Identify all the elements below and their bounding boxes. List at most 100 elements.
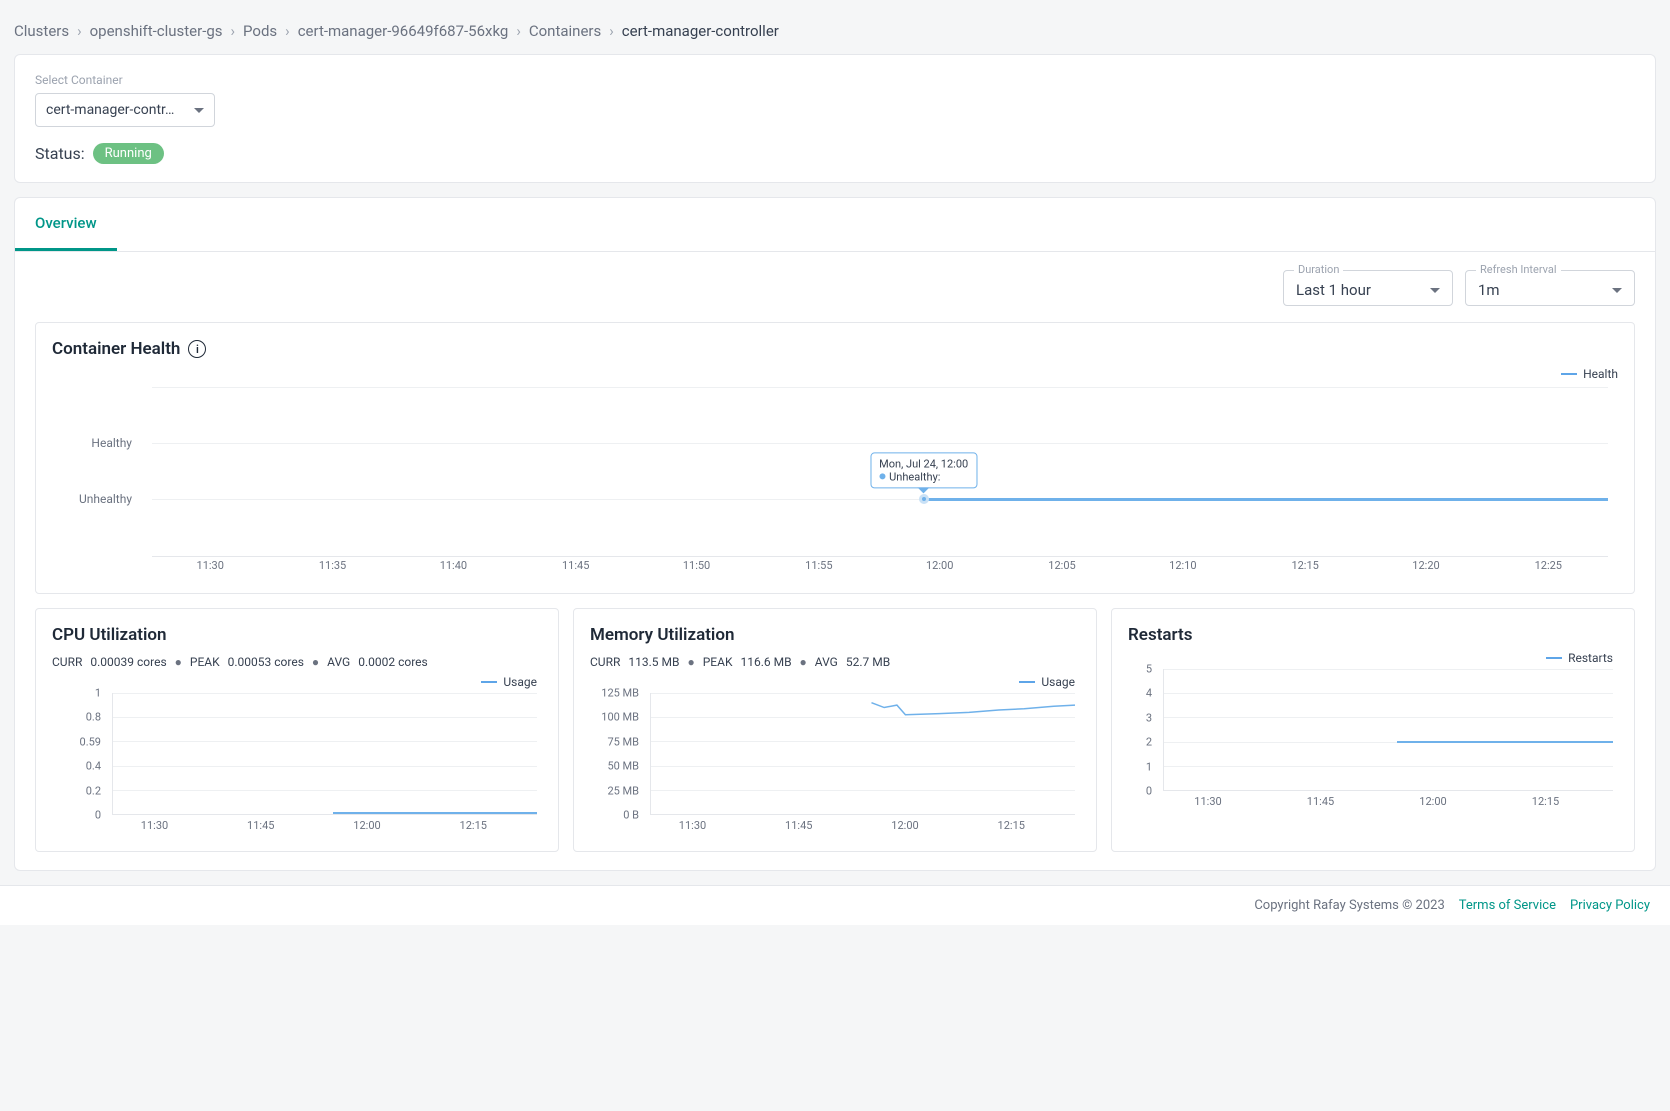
footer: Copyright Rafay Systems © 2023 Terms of … bbox=[0, 885, 1670, 925]
ytick: 100 MB bbox=[601, 711, 639, 724]
xtick: 11:50 bbox=[683, 559, 710, 572]
xtick: 11:30 bbox=[1194, 795, 1221, 808]
refresh-value: 1m bbox=[1478, 281, 1500, 299]
health-plot[interactable]: Mon, Jul 24, 12:00 Unhealthy: bbox=[152, 387, 1608, 557]
grid-line bbox=[113, 766, 537, 767]
memory-xaxis: 11:30 11:45 12:00 12:15 bbox=[650, 819, 1075, 835]
xtick: 12:00 bbox=[891, 819, 918, 832]
cpu-plot[interactable] bbox=[112, 693, 537, 815]
cpu-title: CPU Utilization bbox=[52, 625, 167, 645]
mem-peak: 116.6 MB bbox=[740, 655, 791, 669]
status-label: Status: bbox=[35, 144, 85, 163]
restarts-plot[interactable] bbox=[1163, 669, 1613, 791]
cpu-avg-label: AVG bbox=[327, 655, 350, 669]
memory-title: Memory Utilization bbox=[590, 625, 734, 645]
xtick: 11:30 bbox=[141, 819, 168, 832]
breadcrumb-sep: › bbox=[285, 22, 290, 40]
memory-chart: Usage 125 MB 100 MB 75 MB 50 MB 25 MB 0 … bbox=[590, 675, 1080, 835]
grid-line bbox=[113, 790, 537, 791]
mem-curr-label: CURR bbox=[590, 655, 620, 669]
restarts-legend-label: Restarts bbox=[1568, 651, 1613, 665]
memory-legend: Usage bbox=[1019, 675, 1075, 689]
xtick: 12:15 bbox=[1532, 795, 1559, 808]
cpu-stats: CURR 0.00039 cores ● PEAK 0.00053 cores … bbox=[52, 655, 542, 669]
footer-copyright: Copyright Rafay Systems © 2023 bbox=[1254, 898, 1444, 913]
cpu-xaxis: 11:30 11:45 12:00 12:15 bbox=[112, 819, 537, 835]
health-data-point[interactable] bbox=[919, 494, 929, 504]
xtick: 12:15 bbox=[1291, 559, 1318, 572]
restarts-title: Restarts bbox=[1128, 625, 1193, 645]
ytick: 75 MB bbox=[607, 735, 639, 748]
ytick: 0 B bbox=[623, 809, 639, 822]
ytick: 25 MB bbox=[607, 784, 639, 797]
breadcrumb-current: cert-manager-controller bbox=[622, 22, 779, 40]
duration-value: Last 1 hour bbox=[1296, 281, 1371, 299]
restarts-xaxis: 11:30 11:45 12:00 12:15 bbox=[1163, 795, 1613, 811]
mem-peak-label: PEAK bbox=[703, 655, 733, 669]
grid-line bbox=[1164, 693, 1613, 694]
cpu-peak: 0.00053 cores bbox=[228, 655, 304, 669]
cpu-curr: 0.00039 cores bbox=[90, 655, 166, 669]
restarts-panel: Restarts Restarts 5 4 3 2 1 0 bbox=[1111, 608, 1635, 852]
cpu-curr-label: CURR bbox=[52, 655, 82, 669]
health-y-healthy: Healthy bbox=[91, 436, 132, 450]
ytick: 50 MB bbox=[607, 760, 639, 773]
health-xaxis: 11:30 11:35 11:40 11:45 11:50 11:55 12:0… bbox=[152, 559, 1608, 577]
breadcrumb-pods[interactable]: Pods bbox=[243, 22, 277, 40]
health-tooltip: Mon, Jul 24, 12:00 Unhealthy: bbox=[870, 452, 977, 488]
footer-privacy-link[interactable]: Privacy Policy bbox=[1570, 898, 1650, 913]
ytick: 0.8 bbox=[86, 711, 101, 724]
footer-tos-link[interactable]: Terms of Service bbox=[1459, 898, 1556, 913]
legend-swatch bbox=[1019, 681, 1035, 683]
breadcrumb-containers[interactable]: Containers bbox=[529, 22, 601, 40]
select-container-dropdown[interactable]: cert-manager-contr… bbox=[35, 93, 215, 127]
xtick: 11:30 bbox=[197, 559, 224, 572]
xtick: 11:40 bbox=[440, 559, 467, 572]
ytick: 0 bbox=[95, 809, 101, 822]
ytick: 0.2 bbox=[86, 784, 101, 797]
cpu-legend: Usage bbox=[481, 675, 537, 689]
breadcrumb-clusters[interactable]: Clusters bbox=[14, 22, 69, 40]
ytick: 4 bbox=[1146, 687, 1152, 700]
xtick: 11:35 bbox=[319, 559, 346, 572]
health-y-unhealthy: Unhealthy bbox=[79, 492, 132, 506]
xtick: 11:45 bbox=[1307, 795, 1334, 808]
xtick: 12:00 bbox=[1419, 795, 1446, 808]
restarts-legend: Restarts bbox=[1546, 651, 1613, 665]
grid-line bbox=[1164, 717, 1613, 718]
tab-overview[interactable]: Overview bbox=[15, 198, 117, 251]
breadcrumb-cluster[interactable]: openshift-cluster-gs bbox=[90, 22, 223, 40]
memory-plot[interactable] bbox=[650, 693, 1075, 815]
tooltip-state: Unhealthy: bbox=[889, 470, 940, 483]
select-container-label: Select Container bbox=[35, 73, 1635, 87]
duration-select[interactable]: Duration Last 1 hour bbox=[1283, 270, 1453, 306]
xtick: 12:15 bbox=[998, 819, 1025, 832]
breadcrumb-pod[interactable]: cert-manager-96649f687-56xkg bbox=[298, 22, 509, 40]
xtick: 12:15 bbox=[460, 819, 487, 832]
health-data-line bbox=[924, 498, 1608, 501]
duration-label: Duration bbox=[1294, 263, 1343, 276]
ytick: 2 bbox=[1146, 736, 1152, 749]
cpu-chart: Usage 1 0.8 0.59 0.4 0.2 0 bbox=[52, 675, 542, 835]
memory-stats: CURR 113.5 MB ● PEAK 116.6 MB ● AVG 52.7… bbox=[590, 655, 1080, 669]
grid-line bbox=[1164, 669, 1613, 670]
xtick: 12:05 bbox=[1048, 559, 1075, 572]
tooltip-dot-icon bbox=[879, 474, 885, 480]
xtick: 12:25 bbox=[1535, 559, 1562, 572]
container-header-card: Select Container cert-manager-contr… Sta… bbox=[14, 54, 1656, 183]
cpu-data-line bbox=[333, 812, 537, 814]
memory-panel: Memory Utilization CURR 113.5 MB ● PEAK … bbox=[573, 608, 1097, 852]
mem-avg: 52.7 MB bbox=[846, 655, 890, 669]
grid-line bbox=[113, 717, 537, 718]
grid-line bbox=[113, 693, 537, 694]
xtick: 11:45 bbox=[562, 559, 589, 572]
ytick: 5 bbox=[1146, 663, 1152, 676]
xtick: 11:30 bbox=[679, 819, 706, 832]
refresh-select[interactable]: Refresh Interval 1m bbox=[1465, 270, 1635, 306]
cpu-legend-label: Usage bbox=[503, 675, 537, 689]
status-badge: Running bbox=[93, 143, 164, 164]
chevron-down-icon bbox=[194, 108, 204, 113]
xtick: 11:55 bbox=[805, 559, 832, 572]
refresh-label: Refresh Interval bbox=[1476, 263, 1561, 276]
info-icon[interactable]: i bbox=[188, 340, 206, 358]
